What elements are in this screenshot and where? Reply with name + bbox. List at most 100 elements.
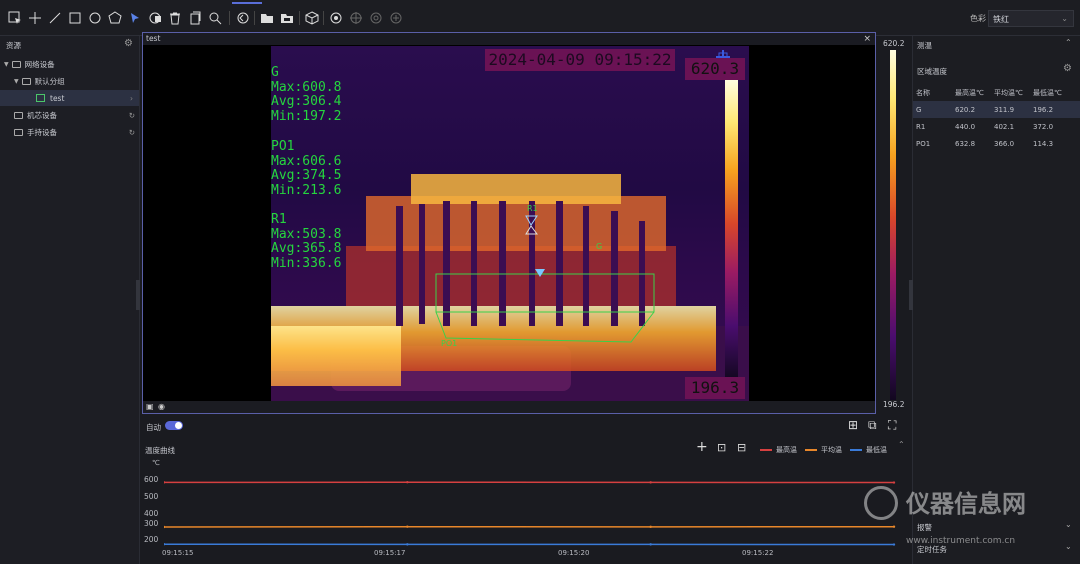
caret-down-icon[interactable]: ▼ (14, 78, 19, 85)
expand-icon[interactable]: ⌄ (1065, 520, 1072, 529)
legend-min-label: 最低温 (866, 446, 887, 454)
edit-icon[interactable]: ⊡ (717, 441, 726, 454)
tree-item-network-devices[interactable]: ▼ 网络设备 (0, 56, 139, 72)
camera-device-icon (36, 94, 45, 102)
x-tick: 09:15:15 (162, 549, 194, 557)
y-tick: 400 (144, 509, 159, 518)
max-temp-overlay: 620.3 (685, 58, 745, 80)
collapse-icon[interactable]: ⌃ (898, 440, 905, 449)
panel-title: 资源 (6, 41, 21, 50)
auto-toggle[interactable] (165, 421, 183, 430)
caret-down-icon[interactable]: ▼ (4, 61, 9, 68)
series-point (406, 543, 409, 546)
overlay-g-avg: Avg:306.4 (271, 94, 342, 109)
expand-icon[interactable]: ⌄ (1065, 542, 1072, 551)
x-tick: 09:15:22 (742, 549, 774, 557)
active-tab-indicator (232, 2, 262, 4)
table-row[interactable]: R1 440.0 402.1 372.0 (913, 118, 1080, 135)
pointer-icon[interactable] (126, 9, 144, 27)
chevron-right-icon[interactable]: › (130, 94, 133, 103)
tree-label: 手持设备 (27, 127, 57, 137)
grid-target-icon[interactable] (387, 9, 405, 27)
folder-icon (14, 111, 23, 119)
overlay-po1-min: Min:213.6 (271, 182, 342, 198)
collapse-handle[interactable] (909, 280, 913, 310)
table-cell: G (916, 105, 922, 114)
zoom-icon[interactable] (206, 9, 224, 27)
table-row[interactable]: PO1 632.8 366.0 114.3 (913, 135, 1080, 152)
region-title: 区域温度 (917, 67, 947, 76)
legend-max[interactable]: 最高温 (760, 445, 797, 455)
rotate-icon[interactable] (234, 9, 252, 27)
add-icon[interactable]: + (696, 439, 708, 455)
collapse-handle[interactable] (136, 280, 140, 310)
collapse-up-icon[interactable]: ⌃ (1065, 38, 1072, 47)
target-icon[interactable] (347, 9, 365, 27)
rectangle-tool-icon[interactable] (66, 9, 84, 27)
table-cell: 440.0 (955, 122, 976, 131)
table-row[interactable]: G 620.2 311.9 196.2 (913, 101, 1080, 118)
copy-view-icon[interactable]: ⧉ (868, 418, 877, 433)
tree-label: test (50, 93, 65, 103)
x-tick: 09:15:17 (374, 549, 406, 557)
folder-open-icon[interactable] (278, 9, 296, 27)
legend-avg[interactable]: 平均温 (805, 445, 842, 455)
tree-item-test[interactable]: test › (0, 90, 139, 106)
table-cell: PO1 (916, 139, 931, 148)
polygon-tool-icon[interactable] (106, 9, 124, 27)
table-icon[interactable]: ⊟ (737, 441, 746, 454)
palette-icon[interactable] (146, 9, 164, 27)
grid-layout-icon[interactable]: ⊞ (848, 418, 858, 432)
table-header: 名称 最高温℃ 平均温℃ 最低温℃ (913, 84, 1080, 101)
overlay-g-max: Max:600.8 (271, 79, 342, 95)
y-tick: 300 (144, 519, 159, 528)
legend-max-swatch (760, 449, 772, 451)
refresh-icon[interactable]: ↻ (129, 111, 135, 120)
overlay-po1-name: PO1 (271, 139, 295, 154)
circle-target-icon[interactable] (367, 9, 385, 27)
overlay-r1-min: Min:336.6 (271, 255, 342, 271)
circle-tool-icon[interactable] (86, 9, 104, 27)
tree-label: 机芯设备 (27, 110, 57, 120)
watermark-url: www.instrument.com.cn (906, 536, 1016, 546)
gear-icon[interactable]: ⚙ (124, 38, 133, 49)
col-header: 平均温℃ (994, 88, 1023, 97)
series-point (649, 481, 652, 484)
cube-icon[interactable] (303, 9, 321, 27)
tree-label: 网络设备 (24, 59, 55, 69)
line-tool-icon[interactable] (46, 9, 64, 27)
folder-icon[interactable] (258, 9, 276, 27)
crosshair-icon[interactable] (26, 9, 44, 27)
camera-icon[interactable]: ▣ (146, 402, 154, 411)
overlay-po1: PO1 Max:606.6 Avg:374.5 Min:213.6 (271, 139, 342, 198)
gear-icon[interactable]: ⚙ (1063, 63, 1072, 74)
thermal-image[interactable]: R1 PO1 G 2024-04-09 09:15:22 620.3 196.3… (271, 46, 749, 401)
viewer-tab-title: test (146, 34, 161, 43)
legend-min[interactable]: 最低温 (850, 445, 887, 455)
legend-min-swatch (850, 449, 862, 451)
table-cell: 620.2 (955, 105, 976, 114)
tree-item-core-devices[interactable]: 机芯设备 ↻ (0, 107, 139, 123)
copy-delete-icon[interactable] (186, 9, 204, 27)
scale-bottom-label: 196.2 (883, 400, 905, 409)
tree-item-handheld-devices[interactable]: 手持设备 ↻ (0, 124, 139, 140)
auto-label: 自动 (146, 423, 161, 432)
close-icon[interactable]: × (863, 33, 871, 45)
watermark-brand: 仪器信息网 (906, 490, 1026, 518)
color-scale-panel: 620.2 196.2 (880, 36, 910, 416)
toolbar: 色彩 铁红 ⌄ (0, 0, 1080, 36)
trash-icon[interactable] (166, 9, 184, 27)
fullscreen-icon[interactable]: ⛶ (888, 418, 896, 433)
overlay-g-min: Min:197.2 (271, 108, 342, 124)
select-tool-icon[interactable] (6, 9, 24, 27)
palette-select[interactable]: 铁红 ⌄ (988, 10, 1074, 27)
tree-item-default-group[interactable]: ▼ 默认分组 (0, 73, 139, 89)
folder-icon (21, 77, 31, 85)
settings-icon[interactable] (327, 9, 345, 27)
y-tick: 600 (144, 475, 159, 484)
folder-icon (11, 60, 21, 68)
record-icon[interactable]: ◉ (158, 402, 165, 411)
refresh-icon[interactable]: ↻ (129, 128, 135, 137)
thermal-viewer: test × R1 PO1 G 2024-04-09 09:15:22 620.… (142, 32, 876, 414)
overlay-r1-max: Max:503.8 (271, 226, 342, 242)
